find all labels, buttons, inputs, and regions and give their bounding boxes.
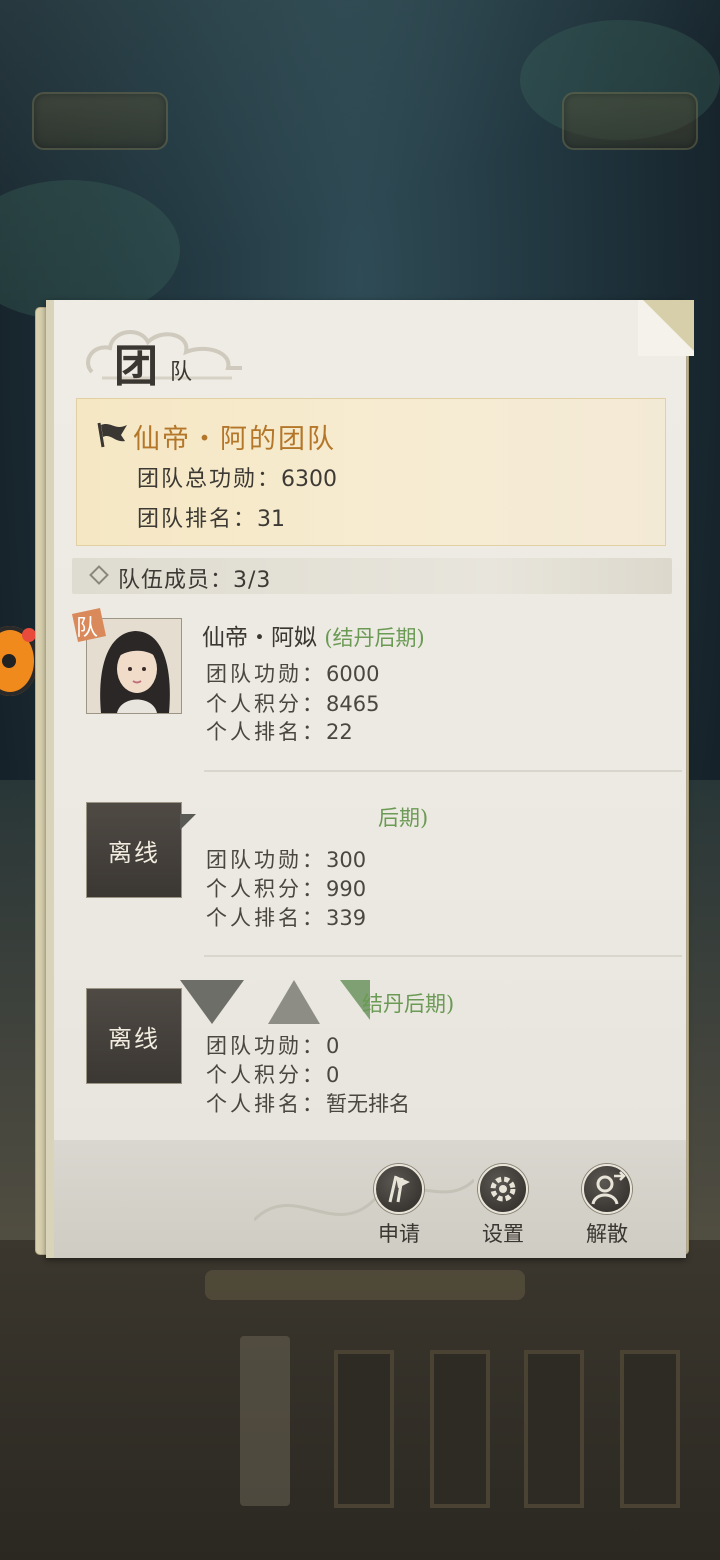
background-pillar xyxy=(430,1350,490,1508)
background-plaque xyxy=(205,1270,525,1300)
member-rank: 个人排名：22 xyxy=(206,716,353,746)
offline-label: 离线 xyxy=(108,839,160,867)
offline-label: 离线 xyxy=(108,1025,160,1053)
points-value: 0 xyxy=(326,1063,340,1087)
disband-label: 解散 xyxy=(586,1222,628,1246)
member-name: 仙帝・阿姒 (结丹后期) xyxy=(202,618,425,652)
leader-tag-text: 队 xyxy=(76,616,99,641)
team-panel: 团 队 仙帝・阿的团队 团队总功勋：6300 团队排名：31 队伍成员：3/3 xyxy=(46,300,694,1258)
merit-value: 6000 xyxy=(326,662,380,686)
team-rank-label: 团队排名： xyxy=(137,507,258,532)
background-pillar xyxy=(334,1350,394,1508)
panel-footer: 申请 设置 解散 xyxy=(54,1140,686,1258)
background-right-button xyxy=(562,92,698,150)
points-label: 个人积分： xyxy=(206,1063,326,1087)
panel-title: 团 xyxy=(114,341,158,392)
apply-icon xyxy=(374,1164,424,1214)
team-merit-label: 团队总功勋： xyxy=(137,467,282,492)
member-divider xyxy=(204,955,682,957)
rank-label: 个人排名： xyxy=(206,906,326,930)
members-count-text: 队伍成员：3/3 xyxy=(118,562,271,594)
member-merit: 团队功勋：0 xyxy=(206,1030,339,1060)
rank-value: 339 xyxy=(326,906,367,930)
gear-icon xyxy=(490,1176,516,1202)
member-rank: 个人排名：暂无排名 xyxy=(206,1088,410,1118)
merit-value: 300 xyxy=(326,848,367,872)
members-header: 队伍成员：3/3 xyxy=(72,558,672,594)
member-realm: 结丹后期) xyxy=(362,992,455,1016)
censored-name-mark xyxy=(180,814,196,830)
team-merit-value: 6300 xyxy=(281,467,338,492)
member-name-text: 仙帝・阿姒 xyxy=(202,625,317,651)
disband-button[interactable]: 解散 xyxy=(572,1164,642,1248)
mascot-eye xyxy=(2,654,16,668)
apply-button[interactable]: 申请 xyxy=(364,1164,434,1248)
points-value: 990 xyxy=(326,877,367,901)
cloud-ornament-icon xyxy=(86,329,242,380)
flags-icon xyxy=(388,1175,410,1203)
rank-label: 个人排名： xyxy=(206,1092,326,1116)
person-leave-icon xyxy=(591,1171,626,1205)
team-merit-row: 团队总功勋：6300 xyxy=(137,461,337,493)
apply-label: 申请 xyxy=(378,1222,420,1246)
diamond-icon xyxy=(89,565,109,585)
rank-value: 暂无排名 xyxy=(326,1092,410,1116)
points-label: 个人积分： xyxy=(206,692,326,716)
member-avatar[interactable]: 离线 xyxy=(86,802,182,898)
member-row[interactable]: 队 仙帝・阿姒 (结丹后期) 团队功勋：6000 个人积分：8465 个人排名：… xyxy=(72,608,674,768)
member-name: 后期) xyxy=(378,802,428,832)
background-pillar xyxy=(524,1350,584,1508)
members-count: 3/3 xyxy=(233,568,272,593)
disband-icon xyxy=(582,1164,632,1214)
member-row[interactable]: 离线 后期) 团队功勋：300 个人积分：990 个人排名：339 xyxy=(84,802,674,952)
merit-label: 团队功勋： xyxy=(206,848,326,872)
rank-value: 22 xyxy=(326,720,353,744)
panel-title-suffix: 队 xyxy=(170,360,193,385)
member-rank: 个人排名：339 xyxy=(206,902,366,932)
member-points: 个人积分：990 xyxy=(206,873,366,903)
rank-label: 个人排名： xyxy=(206,720,326,744)
background-pillar xyxy=(620,1350,680,1508)
page-corner-fold xyxy=(638,300,694,356)
points-label: 个人积分： xyxy=(206,877,326,901)
leader-tag: 队 xyxy=(70,606,110,646)
members-label: 队伍成员： xyxy=(118,568,234,593)
member-merit: 团队功勋：300 xyxy=(206,844,366,874)
background-scroll-sign xyxy=(240,1336,290,1506)
settings-button[interactable]: 设置 xyxy=(468,1164,538,1248)
member-realm: 后期) xyxy=(378,806,429,830)
team-rank-row: 团队排名：31 xyxy=(137,501,285,533)
merit-value: 0 xyxy=(326,1034,340,1058)
notification-dot xyxy=(22,628,36,642)
member-name: 结丹后期) xyxy=(362,988,454,1018)
settings-label: 设置 xyxy=(482,1222,524,1246)
member-points: 个人积分：0 xyxy=(206,1059,339,1089)
censored-name-mark xyxy=(268,980,320,1024)
background-left-button xyxy=(32,92,168,150)
points-value: 8465 xyxy=(326,692,380,716)
member-row[interactable]: 离线 结丹后期) 团队功勋：0 个人积分：0 个人排名：暂无排名 xyxy=(84,980,674,1138)
team-name: 仙帝・阿的团队 xyxy=(133,424,336,455)
merit-label: 团队功勋： xyxy=(206,662,326,686)
merit-label: 团队功勋： xyxy=(206,1034,326,1058)
member-realm: (结丹后期) xyxy=(324,626,425,650)
member-points: 个人积分：8465 xyxy=(206,688,379,718)
team-flag-icon xyxy=(97,422,127,448)
team-rank-value: 31 xyxy=(257,507,286,532)
member-merit: 团队功勋：6000 xyxy=(206,658,379,688)
member-avatar[interactable]: 离线 xyxy=(86,988,182,1084)
member-divider xyxy=(204,770,682,772)
censored-name-mark xyxy=(180,980,244,1024)
team-info-card: 仙帝・阿的团队 团队总功勋：6300 团队排名：31 xyxy=(76,398,666,546)
settings-icon xyxy=(478,1164,528,1214)
